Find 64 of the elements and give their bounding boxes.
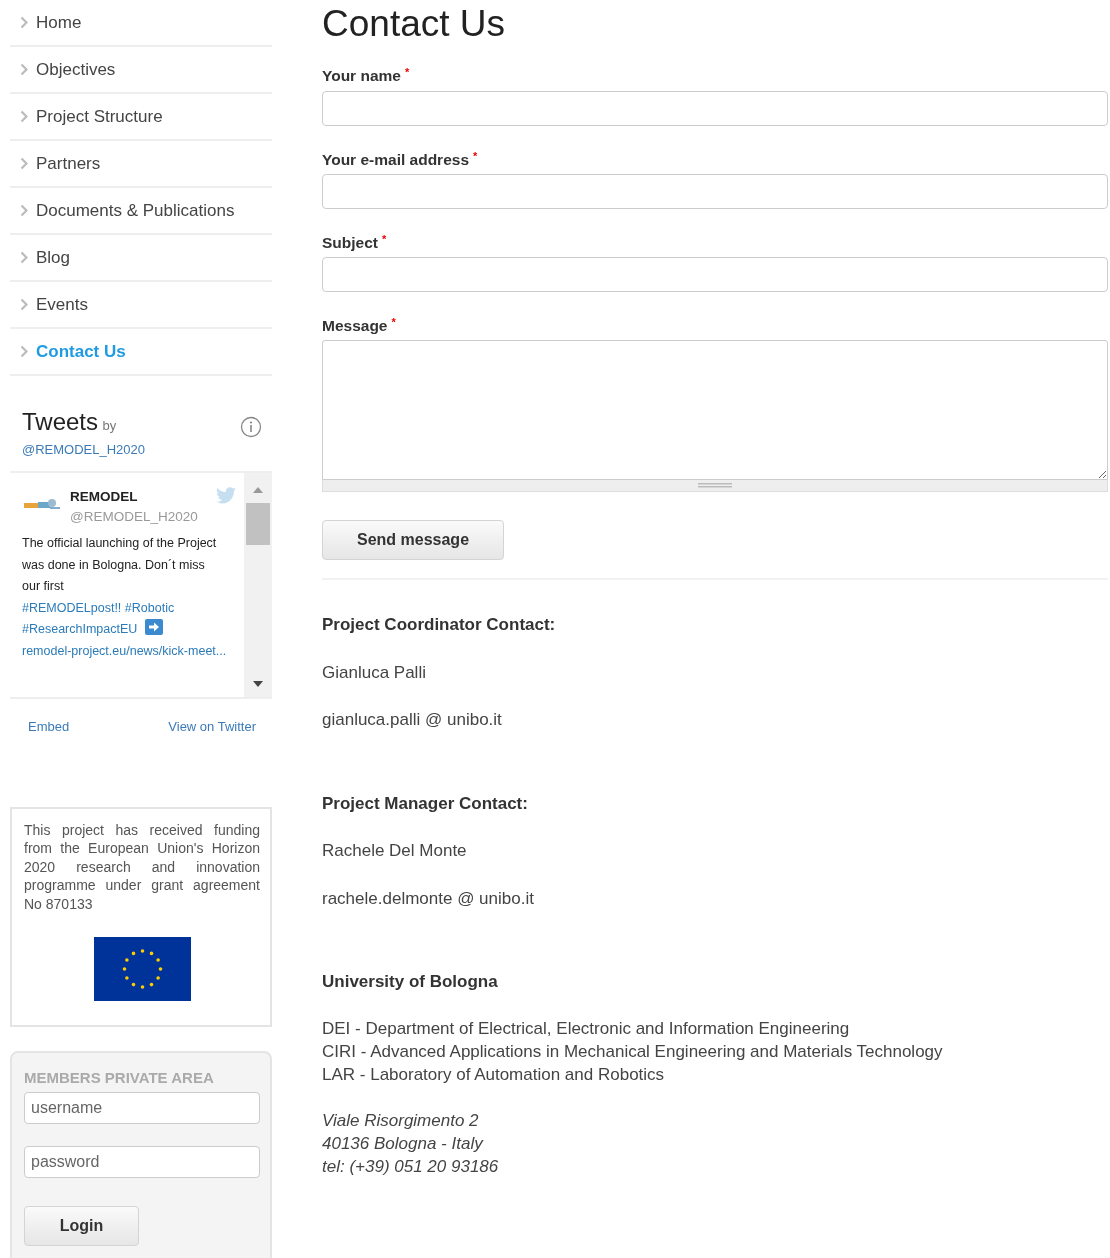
- required-mark: *: [391, 316, 396, 329]
- scrollbar[interactable]: [244, 473, 272, 697]
- contact-text: rachele.delmonte @ unibo.it: [322, 887, 535, 910]
- nav-link[interactable]: Documents & Publications: [36, 197, 235, 224]
- chevron-icon: [20, 16, 28, 29]
- password-field[interactable]: password: [24, 1145, 260, 1178]
- chevron-icon: [20, 298, 28, 311]
- chevron-icon: [20, 345, 28, 358]
- required-mark: *: [473, 149, 478, 162]
- hashtag-link[interactable]: #Robotic: [124, 600, 175, 615]
- message-field[interactable]: [322, 340, 1108, 481]
- department-text: LAR - Laboratory of Automation and Robotics: [322, 1063, 666, 1086]
- nav-link[interactable]: Events: [36, 291, 88, 318]
- field-label: Your name: [322, 66, 401, 87]
- text-field[interactable]: [322, 257, 1108, 293]
- nav-link[interactable]: Partners: [36, 150, 101, 177]
- nav-link[interactable]: Project Structure: [36, 103, 163, 130]
- send-button[interactable]: Send message: [322, 520, 504, 561]
- nav-link[interactable]: Blog: [36, 244, 71, 271]
- grip-icon[interactable]: [698, 483, 732, 489]
- required-mark: *: [404, 66, 410, 79]
- hashtag-link[interactable]: #REMODELpost!!: [22, 600, 122, 615]
- address-line: tel: (+39) 051 20 93186: [322, 1155, 500, 1178]
- chevron-icon: [20, 110, 28, 123]
- funding-text: This project has received funding from the European Union's Horizon 2020 research and innovation programme under grant agreement No 870133: [24, 820, 260, 913]
- required-mark: *: [382, 232, 387, 245]
- tweet-author: REMODEL: [70, 488, 138, 506]
- tweet-link[interactable]: remodel-project.eu/news/kick-meet...: [22, 643, 227, 658]
- nav-link[interactable]: Objectives: [36, 56, 116, 83]
- contact-heading: Project Manager Contact:: [322, 792, 529, 815]
- footer-link[interactable]: View on Twitter: [168, 717, 256, 737]
- hashtag-link[interactable]: #ResearchImpactEU: [22, 622, 138, 636]
- chevron-icon: [20, 63, 28, 76]
- chevron-icon: [20, 251, 28, 264]
- department-text: DEI - Department of Electrical, Electronic and Information Engineering: [322, 1017, 851, 1040]
- contact-heading: Project Coordinator Contact:: [322, 614, 557, 637]
- info-icon[interactable]: [240, 416, 262, 438]
- text-field[interactable]: [322, 90, 1108, 126]
- page-title: Contact Us: [322, 2, 506, 46]
- username-field[interactable]: username: [24, 1091, 260, 1124]
- field-label: Your e-mail address: [322, 149, 469, 170]
- nav-link[interactable]: Home: [36, 9, 82, 36]
- handle-link[interactable]: @REMODEL_H2020: [22, 442, 146, 457]
- chevron-icon: [20, 204, 28, 217]
- field-label: Message: [322, 316, 388, 337]
- footer-link[interactable]: Embed: [28, 717, 70, 737]
- flag-icon: [93, 937, 191, 1001]
- login-title: MEMBERS PRIVATE AREA: [24, 1068, 215, 1088]
- address-line: Viale Risorgimento 2: [322, 1109, 480, 1132]
- contact-text: gianluca.palli @ unibo.it: [322, 709, 503, 732]
- contact-text: Gianluca Palli: [322, 661, 427, 684]
- department-text: CIRI - Advanced Applications in Mechanical Engineering and Materials Technology: [322, 1040, 944, 1063]
- login-button[interactable]: Login: [24, 1205, 139, 1246]
- tweet-handle: @REMODEL_H2020: [70, 508, 199, 526]
- bird-icon: [216, 487, 236, 504]
- field-label: Subject: [322, 232, 378, 253]
- text-field[interactable]: [322, 173, 1108, 209]
- tweet-text: The official launching of the Project was done in Bologna. Don´t miss our first: [22, 535, 218, 595]
- widget-title: Tweets: [22, 408, 99, 435]
- chevron-icon: [20, 157, 28, 170]
- by-label: by: [102, 418, 117, 433]
- address-line: 40136 Bologna - Italy: [322, 1132, 485, 1155]
- contact-text: Rachele Del Monte: [322, 840, 468, 863]
- university-heading: University of Bologna: [322, 971, 499, 994]
